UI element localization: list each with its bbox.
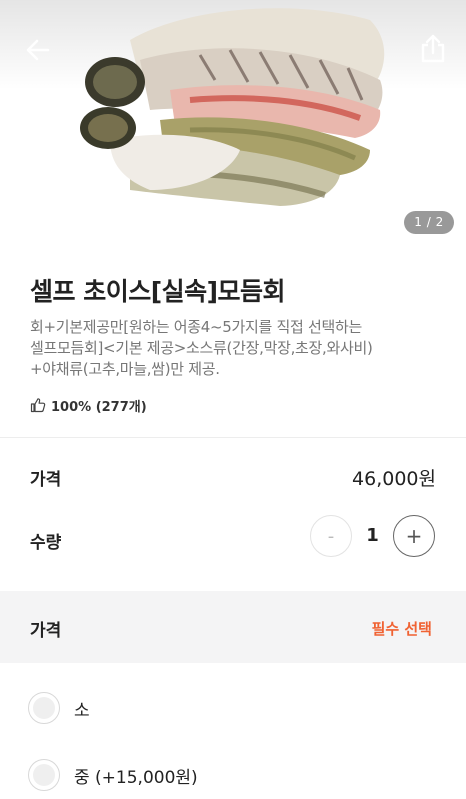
share-icon[interactable]: [416, 32, 450, 66]
like-rating: 100% (277개): [30, 395, 147, 415]
product-title: 셀프 초이스[실속]모듬회: [30, 277, 286, 306]
option-group-header: 가격 필수 선택: [0, 591, 466, 663]
option-label: 소: [74, 700, 90, 721]
product-description: 회+기본제공만[원하는 어종4~5가지를 직접 선택하는 셀프모듬회]<기본 제…: [30, 318, 373, 378]
quantity-decrease-button[interactable]: -: [310, 515, 352, 557]
quantity-value: 1: [366, 525, 379, 546]
required-badge: 필수 선택: [371, 620, 432, 638]
like-percentage: 100% (277개): [51, 399, 147, 415]
price-label: 가격: [30, 470, 62, 490]
option-group-title: 가격: [30, 621, 62, 641]
back-arrow-icon[interactable]: [22, 34, 54, 66]
radio-button[interactable]: [28, 692, 60, 724]
quantity-increase-button[interactable]: +: [393, 515, 435, 557]
sashimi-platter-image: [80, 8, 385, 206]
price-value: 46,000원: [352, 468, 436, 490]
option-small[interactable]: 소: [28, 690, 90, 726]
radio-button[interactable]: [28, 759, 60, 791]
section-divider: [0, 437, 466, 438]
image-counter-badge: 1 / 2: [404, 211, 454, 234]
quantity-label: 수량: [30, 533, 62, 553]
option-medium[interactable]: 중 (+15,000원): [28, 757, 198, 793]
product-image-carousel[interactable]: 1 / 2: [0, 0, 466, 248]
option-label: 중 (+15,000원): [74, 767, 198, 788]
thumbs-up-icon: [30, 398, 46, 413]
